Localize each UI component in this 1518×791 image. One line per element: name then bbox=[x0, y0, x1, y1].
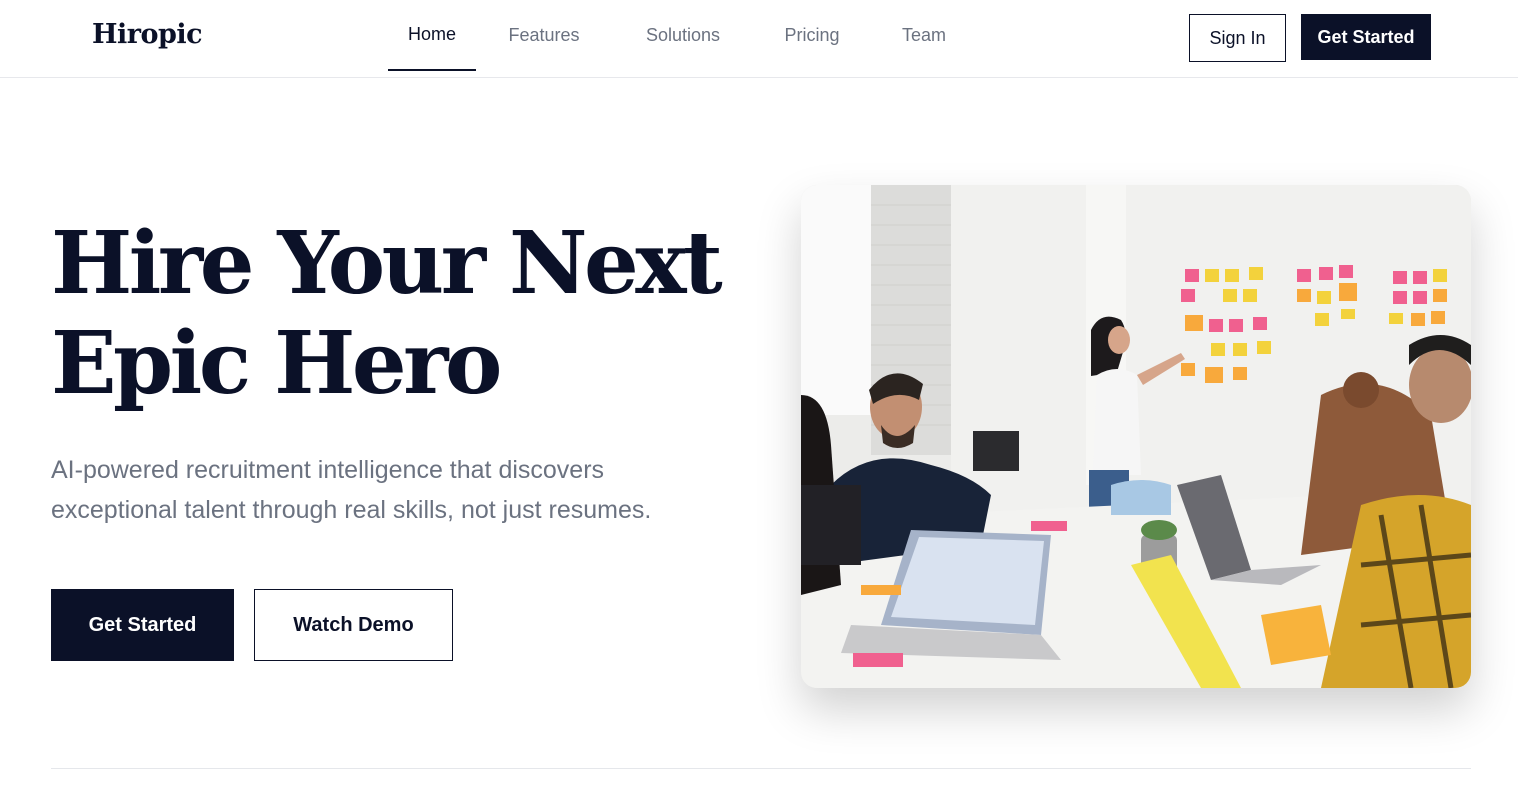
nav-item-home[interactable]: Home bbox=[388, 0, 476, 71]
nav-item-team[interactable]: Team bbox=[881, 0, 967, 71]
nav-item-solutions[interactable]: Solutions bbox=[629, 0, 737, 71]
section-divider bbox=[51, 768, 1471, 769]
sign-in-button[interactable]: Sign In bbox=[1189, 14, 1286, 62]
site-header: Hiropic Home Features Solutions Pricing … bbox=[0, 0, 1518, 78]
hero-title-line-1: Hire Your Next bbox=[51, 213, 723, 314]
nav-item-features[interactable]: Features bbox=[493, 0, 595, 71]
team-meeting-illustration bbox=[801, 185, 1471, 688]
hero-title-line-2: Epic Hero bbox=[51, 313, 502, 414]
hero-subtitle: AI-powered recruitment intelligence that… bbox=[51, 456, 652, 524]
hero-image bbox=[801, 185, 1471, 688]
brand-logo[interactable]: Hiropic bbox=[92, 19, 203, 50]
hero-get-started-button[interactable]: Get Started bbox=[51, 589, 234, 661]
nav-item-pricing[interactable]: Pricing bbox=[765, 0, 859, 71]
watch-demo-button[interactable]: Watch Demo bbox=[254, 589, 453, 661]
header-get-started-button[interactable]: Get Started bbox=[1301, 14, 1431, 60]
main-nav: Home Features Solutions Pricing Team bbox=[388, 0, 967, 78]
hero-title: Hire Your Next Epic Hero bbox=[51, 214, 751, 414]
